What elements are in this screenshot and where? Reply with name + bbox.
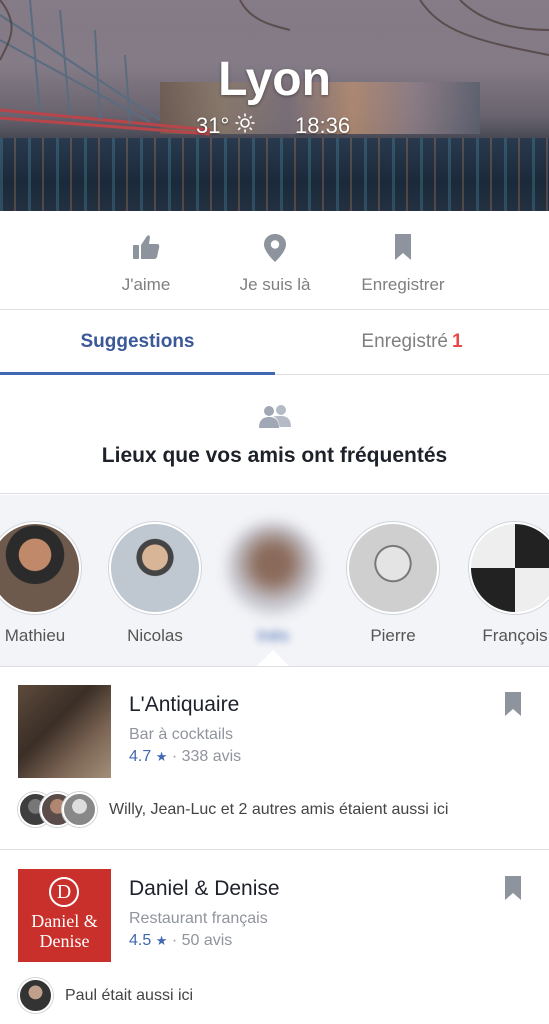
place-name: L'Antiquaire (129, 693, 240, 716)
place-photo: D Daniel & Denise (18, 869, 111, 962)
like-button[interactable]: J'aime (96, 211, 196, 310)
place-category: Restaurant français (129, 910, 268, 927)
star-icon: ★ (155, 749, 168, 764)
bookmark-icon[interactable] (504, 691, 522, 722)
friend-name: Inès (256, 626, 290, 645)
friend-name: Mathieu (4, 626, 66, 645)
tab-suggestions[interactable]: Suggestions (0, 311, 275, 375)
friends-carousel: Mathieu Nicolas Inès Pierre François (0, 495, 549, 667)
section-title: Lieux que vos amis ont fréquentés (101, 444, 448, 467)
check-in-label: Je suis là (239, 275, 311, 294)
place-photo (18, 685, 111, 778)
avatar (18, 978, 53, 1013)
friends-visited: Paul était aussi ici (18, 978, 193, 1013)
friend-selected[interactable]: Inès (213, 495, 333, 666)
avatar (347, 522, 439, 614)
place-category: Bar à cocktails (129, 726, 234, 743)
friends-visited: Willy, Jean-Luc et 2 autres amis étaient… (18, 792, 448, 827)
friend-francois[interactable]: François (455, 495, 549, 666)
avatar (62, 792, 97, 827)
city-title: Lyon (218, 53, 331, 106)
thumbs-up-icon (131, 233, 161, 261)
avatar (0, 522, 81, 614)
bookmark-icon[interactable] (504, 875, 522, 906)
avatar (469, 522, 549, 614)
rating-value: 4.5 (129, 932, 152, 949)
check-in-button[interactable]: Je suis là (225, 211, 325, 310)
review-count: · 338 avis (171, 748, 242, 765)
save-button[interactable]: Enregistrer (348, 211, 458, 310)
avatar (109, 522, 201, 614)
friends-visited-text: Paul était aussi ici (65, 986, 194, 1004)
tab-saved[interactable]: Enregistré 1 (275, 311, 549, 375)
friend-name: François (482, 626, 548, 645)
friend-nicolas[interactable]: Nicolas (95, 495, 215, 666)
friend-pierre[interactable]: Pierre (333, 495, 453, 666)
action-bar: J'aime Je suis là Enregistrer (0, 211, 549, 310)
place-card[interactable]: L'Antiquaire Bar à cocktails 4.7 ★ · 338… (0, 667, 549, 850)
review-count: · 50 avis (171, 932, 233, 949)
avatar (227, 522, 319, 614)
friend-name: Pierre (370, 626, 416, 645)
rating-value: 4.7 (129, 748, 152, 765)
place-rating: 4.7 ★ · 338 avis (129, 748, 241, 766)
bookmark-icon (393, 233, 413, 261)
tab-saved-label: Enregistré (361, 331, 449, 352)
star-icon: ★ (155, 933, 168, 948)
location-pin-icon (262, 233, 288, 262)
tab-bar: Suggestions Enregistré 1 (0, 311, 549, 375)
place-card[interactable]: D Daniel & Denise Daniel & Denise Restau… (0, 851, 549, 1024)
place-logo-letter: D (49, 877, 79, 907)
selection-caret (256, 650, 290, 666)
temperature-value: 31° (196, 113, 230, 138)
friends-places-section-header: Lieux que vos amis ont fréquentés (0, 376, 549, 494)
friends-visited-text: Willy, Jean-Luc et 2 autres amis étaient… (109, 800, 449, 818)
temperature: 31° (196, 113, 255, 139)
like-label: J'aime (121, 275, 171, 294)
place-logo-text: Daniel & Denise (31, 911, 98, 951)
sun-icon (235, 113, 255, 139)
friend-mathieu[interactable]: Mathieu (0, 495, 95, 666)
local-time: 18:36 (295, 113, 351, 138)
friend-name: Nicolas (127, 626, 183, 645)
saved-count-badge: 1 (452, 331, 463, 352)
friends-icon (258, 404, 292, 435)
city-header: Lyon 31° 18:36 (0, 0, 549, 211)
save-label: Enregistrer (361, 275, 445, 294)
place-name: Daniel & Denise (129, 877, 280, 900)
place-rating: 4.5 ★ · 50 avis (129, 932, 232, 950)
